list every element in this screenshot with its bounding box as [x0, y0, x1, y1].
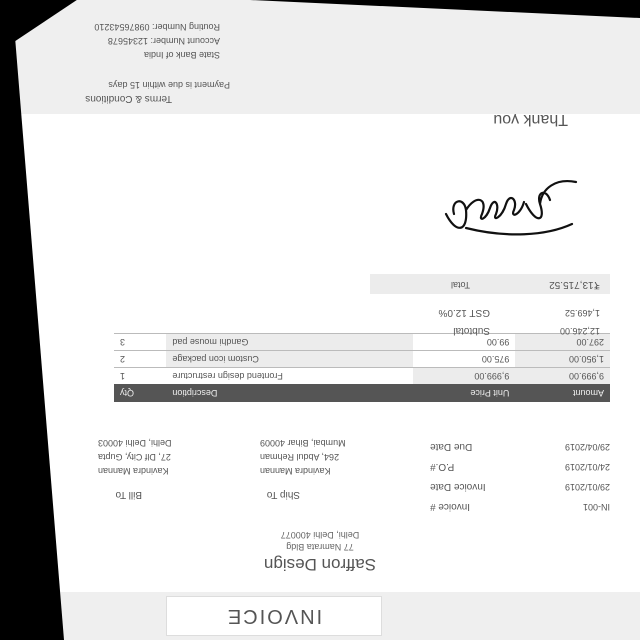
- photo-border: [0, 0, 640, 640]
- photo-frame: [0, 0, 640, 640]
